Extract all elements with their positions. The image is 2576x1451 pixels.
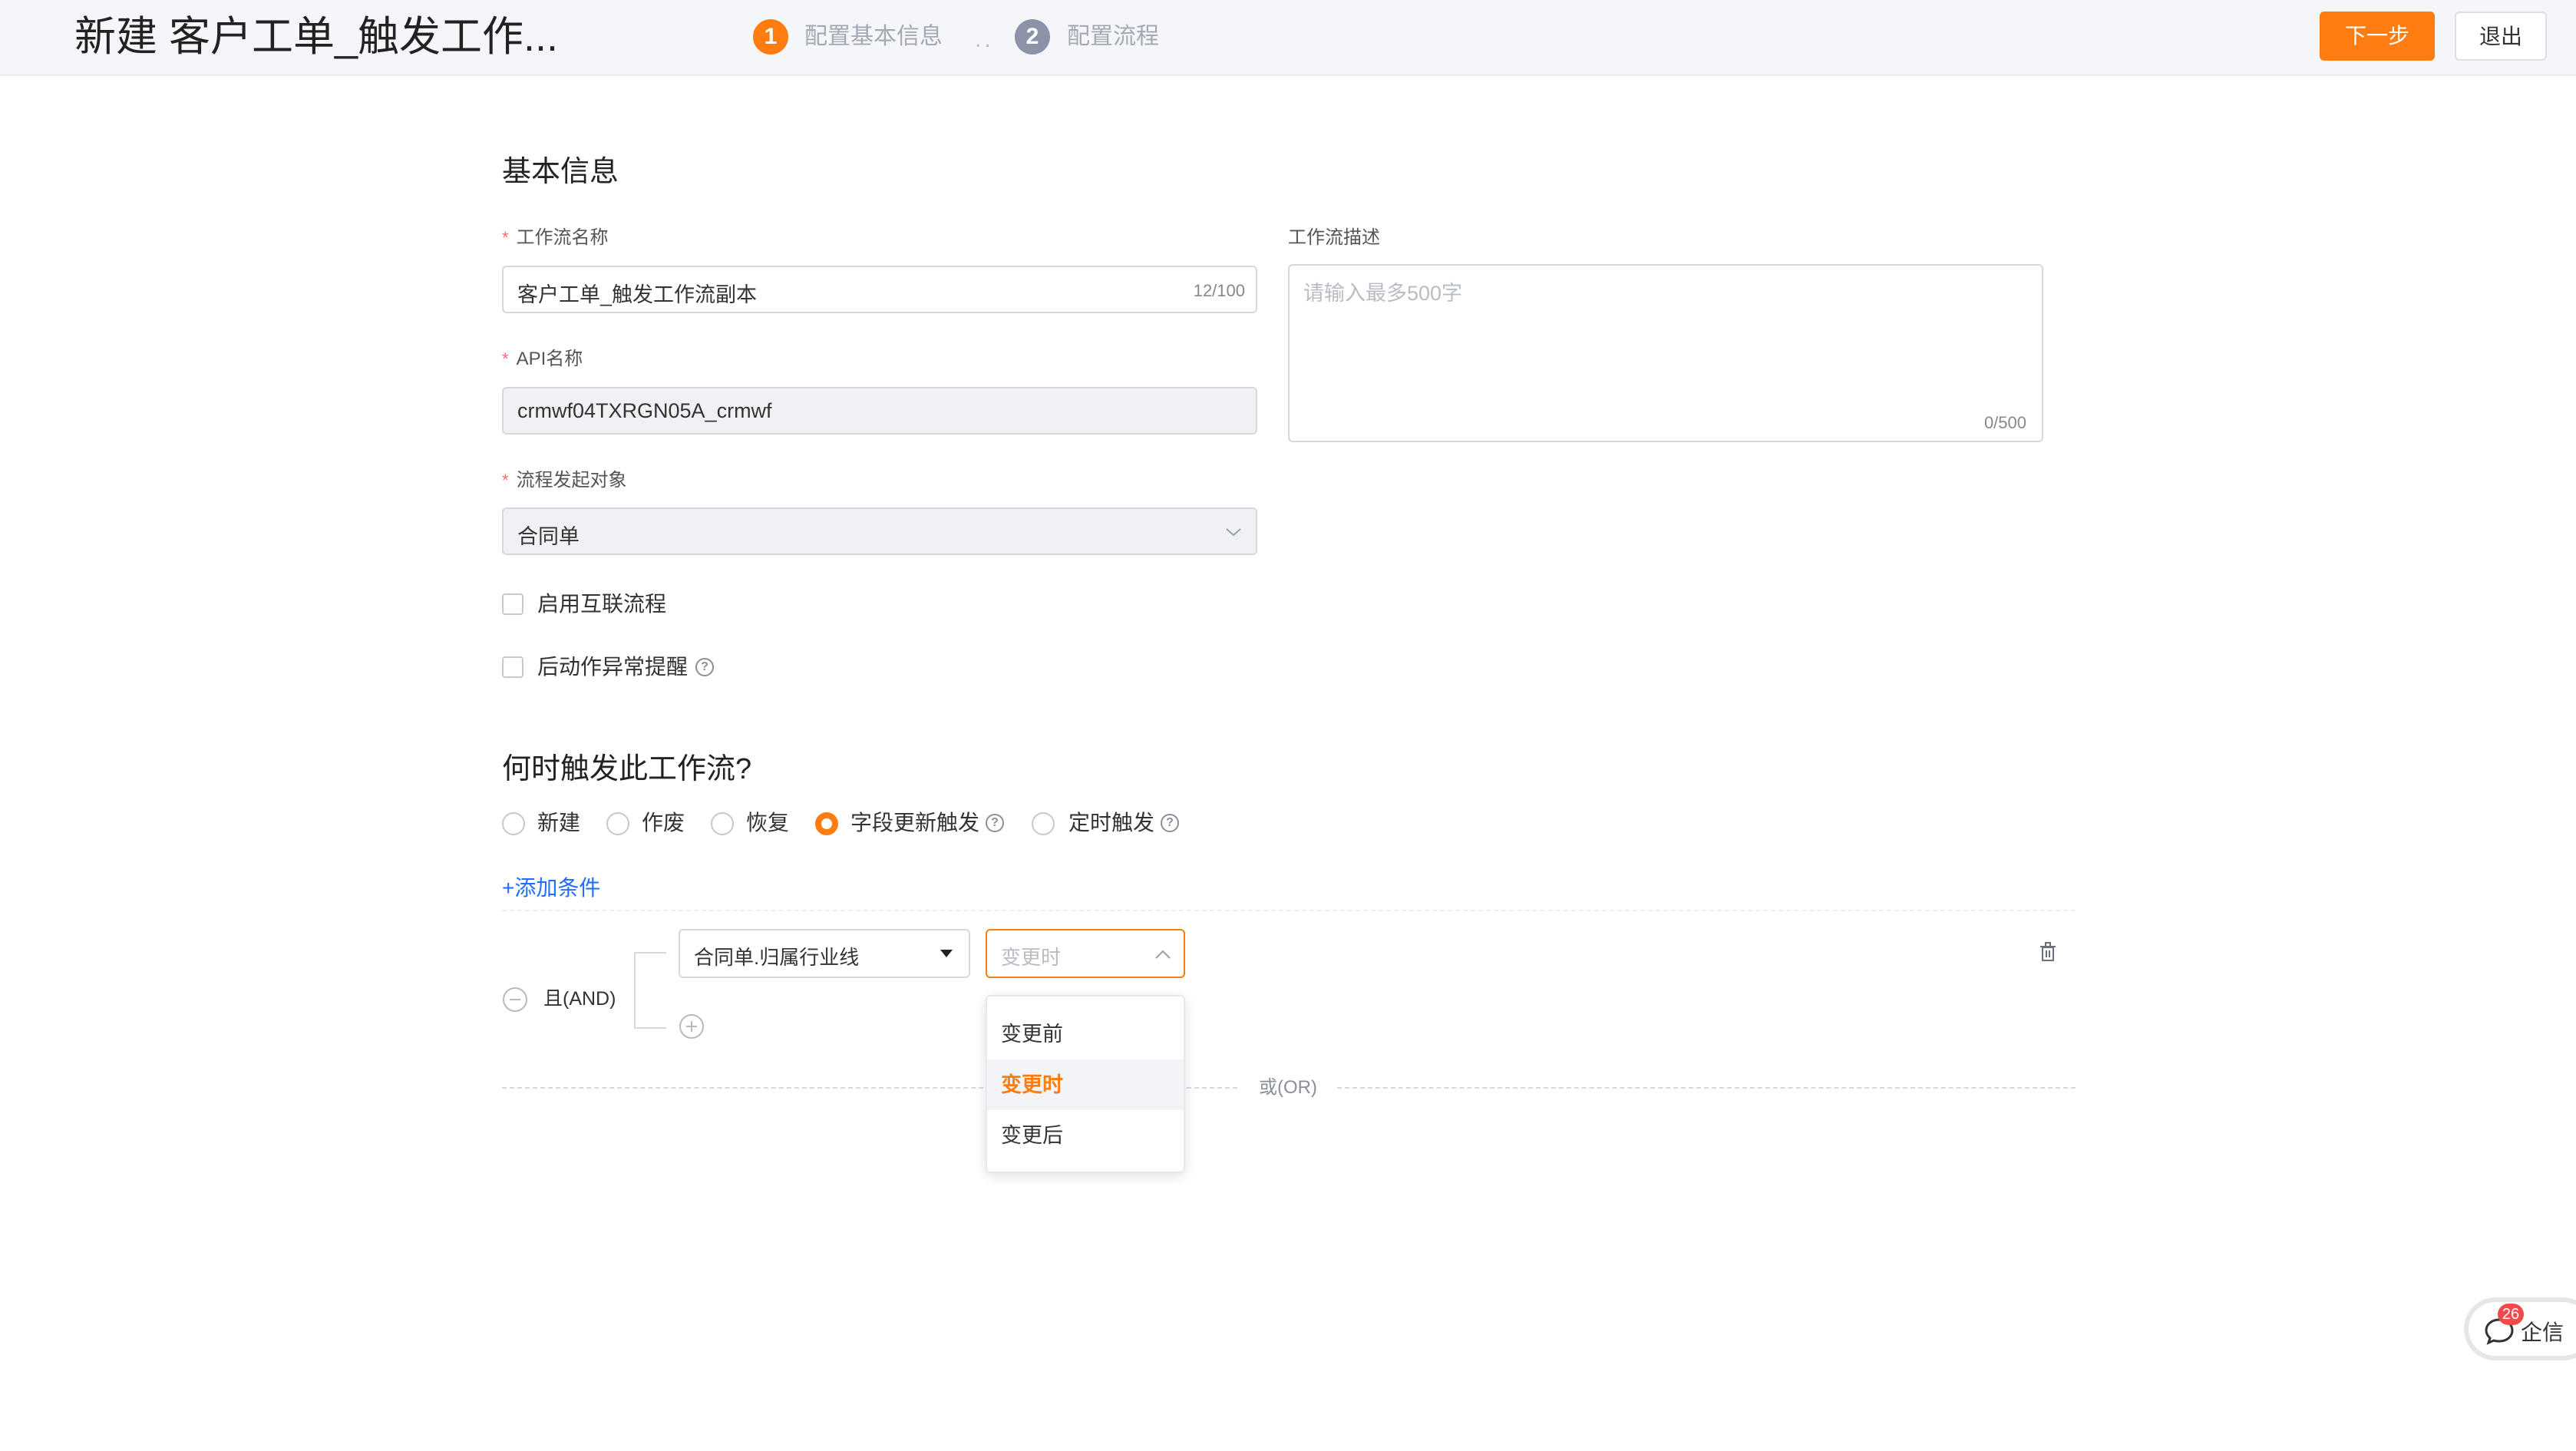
caret-down-icon [940, 950, 953, 957]
workflow-desc-counter: 0/500 [1983, 413, 2026, 432]
condition-field-value: 合同单.归属行业线 [694, 946, 860, 969]
basic-info-title: 基本信息 [502, 156, 619, 188]
step-2-label: 配置流程 [1067, 24, 1159, 49]
operator-dropdown-menu: 变更前 变更时 变更后 [986, 995, 1185, 1173]
trigger-object-select[interactable]: 合同单 [502, 507, 1257, 555]
page-title: 新建 客户工单_触发工作... [74, 14, 559, 60]
radio-restore-label: 恢复 [746, 811, 790, 835]
step-separator: .. [975, 27, 994, 52]
chevron-down-icon [1226, 528, 1241, 537]
condition-operator-select[interactable]: 变更时 [986, 929, 1185, 978]
step-2-number: 2 [1015, 19, 1050, 55]
minus-circle-icon[interactable] [502, 987, 528, 1013]
workflow-name-value: 客户工单_触发工作流副本 [517, 283, 758, 306]
condition-top-divider [502, 910, 2076, 911]
trash-icon[interactable] [2039, 941, 2057, 963]
workflow-name-counter: 12/100 [1193, 281, 1245, 300]
trigger-object-label: * 流程发起对象 [502, 470, 627, 491]
workflow-name-input[interactable]: 客户工单_触发工作流副本 12/100 [502, 266, 1257, 313]
or-label: 或(OR) [1259, 1077, 1317, 1098]
trigger-object-value: 合同单 [517, 525, 580, 548]
dropdown-option-during[interactable]: 变更时 [987, 1059, 1184, 1110]
api-name-value: crmwf04TXRGN05A_crmwf [517, 399, 772, 422]
condition-operator-placeholder: 变更时 [1001, 946, 1062, 969]
interlink-label: 启用互联流程 [537, 592, 667, 616]
radio-void[interactable] [606, 812, 629, 835]
workflow-desc-textarea[interactable]: 请输入最多500字 0/500 [1288, 264, 2043, 442]
workflow-desc-label: 工作流描述 [1288, 227, 1380, 248]
step-1-number: 1 [753, 19, 788, 55]
workflow-name-label: * 工作流名称 [502, 227, 609, 248]
radio-field-update-label: 字段更新触发 [850, 811, 980, 835]
interlink-checkbox[interactable] [502, 593, 523, 615]
radio-scheduled[interactable] [1032, 812, 1055, 835]
alert-label: 后动作异常提醒 [537, 655, 689, 679]
trigger-section-title: 何时触发此工作流? [502, 753, 752, 785]
help-icon[interactable]: ? [1161, 814, 1179, 832]
required-mark: * [502, 471, 509, 490]
plus-circle-icon[interactable] [679, 1013, 705, 1039]
or-divider-right [1337, 1087, 2076, 1089]
and-bracket [634, 952, 666, 1029]
add-condition-link[interactable]: +添加条件 [502, 871, 600, 902]
api-name-input: crmwf04TXRGN05A_crmwf [502, 387, 1257, 435]
radio-field-update[interactable] [815, 812, 838, 835]
radio-create[interactable] [502, 812, 525, 835]
condition-field-select[interactable]: 合同单.归属行业线 [679, 929, 970, 978]
workflow-desc-placeholder: 请输入最多500字 [1303, 282, 1463, 305]
dropdown-option-before[interactable]: 变更前 [987, 1009, 1184, 1059]
radio-restore[interactable] [711, 812, 734, 835]
chat-unread-badge: 26 [2498, 1304, 2524, 1325]
dropdown-option-after[interactable]: 变更后 [987, 1110, 1184, 1161]
top-header: 新建 客户工单_触发工作... 1 配置基本信息 .. 2 配置流程 下一步 退… [0, 0, 2576, 76]
chat-label: 企信 [2521, 1320, 2564, 1344]
help-icon[interactable]: ? [986, 814, 1004, 832]
api-name-label: * API名称 [502, 349, 583, 369]
required-mark: * [502, 349, 509, 369]
step-1-label: 配置基本信息 [804, 24, 943, 49]
exit-button[interactable]: 退出 [2455, 12, 2547, 61]
radio-create-label: 新建 [537, 811, 581, 835]
required-mark: * [502, 228, 509, 247]
next-step-button[interactable]: 下一步 [2320, 12, 2435, 61]
radio-void-label: 作废 [642, 811, 685, 835]
help-icon[interactable]: ? [695, 658, 714, 676]
alert-checkbox[interactable] [502, 656, 523, 678]
radio-scheduled-label: 定时触发 [1068, 811, 1155, 835]
and-label: 且(AND) [543, 988, 616, 1010]
chevron-up-icon [1155, 950, 1171, 959]
chat-widget[interactable]: 26 企信 [2464, 1297, 2576, 1360]
